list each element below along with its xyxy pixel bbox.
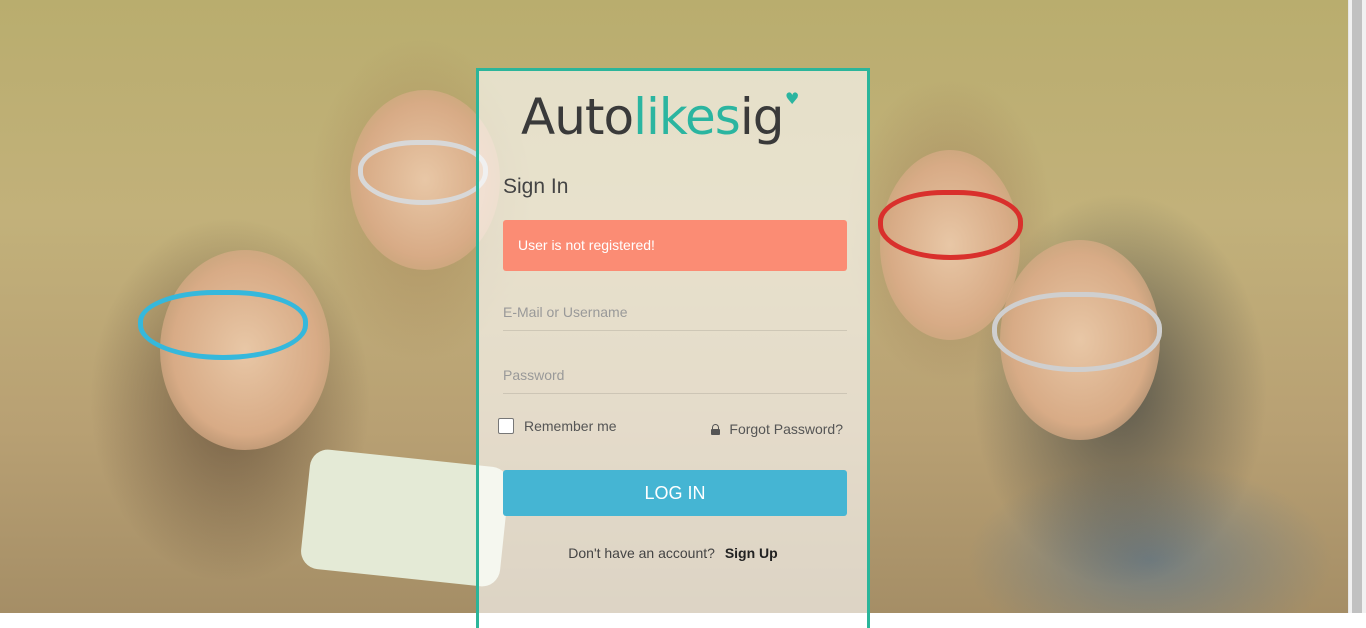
remember-checkbox[interactable] <box>498 418 514 434</box>
logo-text-likes: likes <box>633 88 741 146</box>
heart-icon: ♥ <box>785 89 799 108</box>
email-field[interactable] <box>503 294 847 331</box>
logo-text-auto: Auto <box>521 88 634 146</box>
logo-text-ig: ig <box>739 88 785 146</box>
background-sunglasses <box>878 190 1023 260</box>
page-scrollbar[interactable] <box>1348 0 1366 613</box>
login-button[interactable]: LOG IN <box>503 470 847 516</box>
remember-label: Remember me <box>524 418 617 434</box>
lock-icon <box>711 423 721 435</box>
scrollbar-thumb[interactable] <box>1352 0 1362 613</box>
forgot-password-link[interactable]: Forgot Password? <box>711 421 843 437</box>
background-sunglasses <box>992 292 1162 372</box>
login-card: Autolikesig ♥ Sign In User is not regist… <box>476 68 870 628</box>
password-field[interactable] <box>503 357 847 394</box>
forgot-password-label: Forgot Password? <box>729 421 843 437</box>
background-sunglasses <box>138 290 308 360</box>
brand-logo: Autolikesig ♥ <box>521 85 799 149</box>
page-title: Sign In <box>503 175 569 198</box>
no-account-text: Don't have an account? <box>568 545 715 561</box>
signup-prompt: Don't have an account? Sign Up <box>479 545 867 561</box>
remember-me[interactable]: Remember me <box>498 418 617 434</box>
background-sunglasses <box>358 140 488 205</box>
signup-link[interactable]: Sign Up <box>725 545 778 561</box>
error-alert: User is not registered! <box>503 220 847 271</box>
